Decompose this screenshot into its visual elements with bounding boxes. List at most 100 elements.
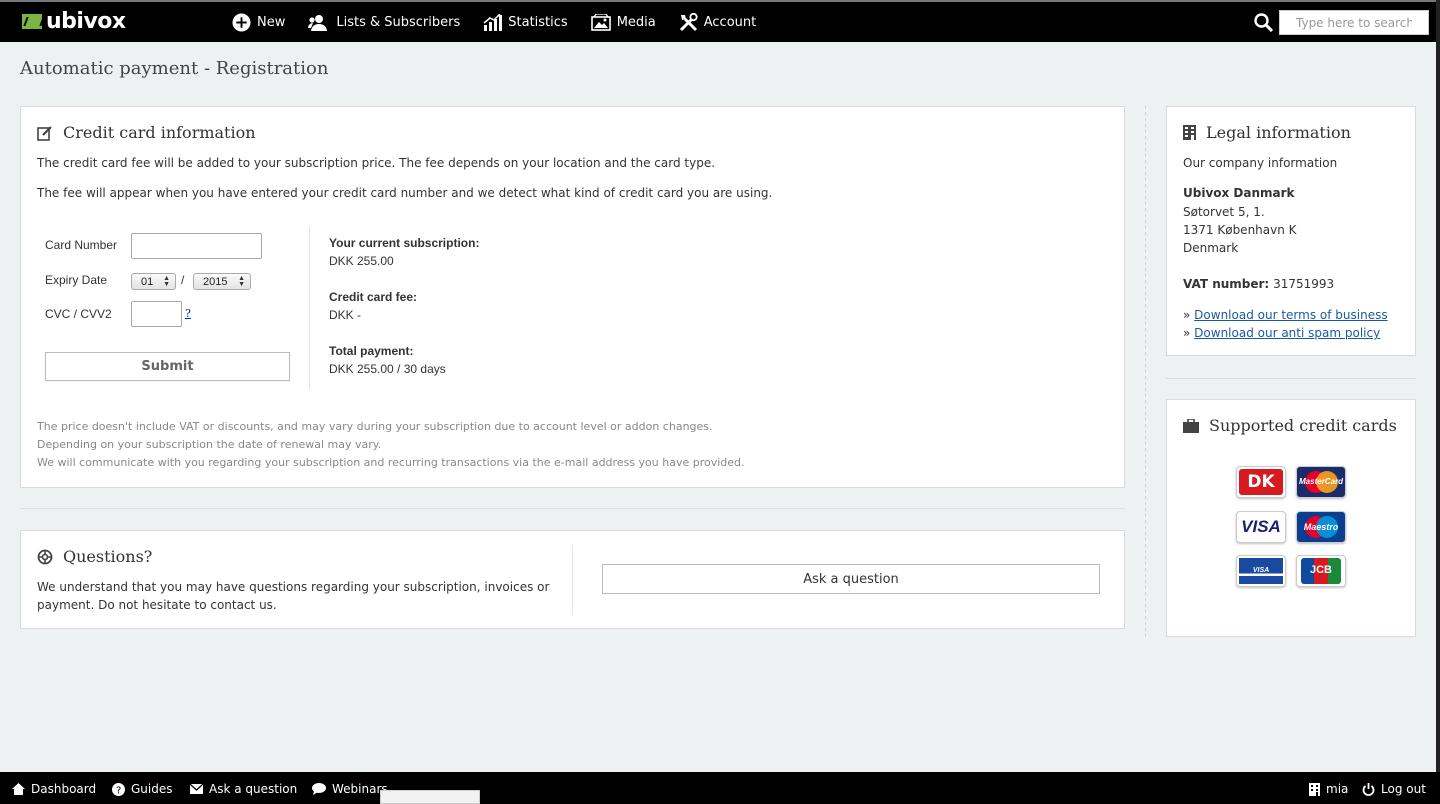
- card-jcb: JCB: [1296, 555, 1346, 587]
- footer-guides[interactable]: ? Guides: [112, 782, 173, 796]
- nav-lists-subscribers[interactable]: Lists & Subscribers: [308, 14, 460, 31]
- questions-divider: [572, 545, 573, 615]
- mastercard-text: MasterCard: [1299, 477, 1344, 486]
- select-arrows-icon: ▲ ▼: [163, 275, 170, 288]
- building-icon: [1183, 125, 1196, 140]
- card-fee-value: DKK -: [329, 308, 362, 322]
- questions-text-2: payment. Do not hesitate to contact us.: [37, 598, 277, 612]
- legal-title-text: Legal information: [1206, 123, 1351, 142]
- maestro-logo: Maestro: [1299, 514, 1343, 540]
- image-icon: [590, 13, 611, 31]
- svg-text:?: ?: [116, 785, 121, 796]
- ubivox-logo[interactable]: ubivox: [22, 9, 126, 34]
- legal-info-panel: Legal information Our company informatio…: [1166, 106, 1416, 356]
- card-mastercard: MasterCard: [1296, 466, 1346, 498]
- right-section-separator: [1166, 378, 1416, 379]
- column-separator: [1145, 106, 1146, 638]
- bar-chart-icon: [483, 13, 503, 31]
- footer-ask-label: Ask a question: [209, 782, 298, 796]
- questions-title: Questions?: [37, 547, 152, 566]
- plus-circle-icon: [232, 12, 251, 32]
- expiry-month-select[interactable]: 01 ▲ ▼: [131, 273, 176, 290]
- submit-button[interactable]: Submit: [45, 352, 290, 381]
- cvc-label: CVC / CVV2: [45, 307, 112, 321]
- questions-title-text: Questions?: [63, 547, 153, 566]
- footer-dashboard-label: Dashboard: [31, 782, 97, 796]
- company-address-1: Søtorvet 5, 1.: [1183, 205, 1265, 219]
- antispam-link-row: » Download our anti spam policy: [1183, 326, 1380, 340]
- nav-media[interactable]: Media: [590, 13, 656, 31]
- footer-user-label: mia: [1326, 782, 1349, 796]
- expiry-year-select[interactable]: 2015 ▲ ▼: [193, 273, 251, 290]
- help-circle-icon: ?: [112, 782, 125, 796]
- home-icon: [12, 783, 25, 795]
- cvc-help-link[interactable]: ?: [185, 307, 191, 320]
- current-subscription-value: DKK 255.00: [329, 254, 394, 268]
- cards-title: Supported credit cards: [1183, 416, 1397, 435]
- nav-statistics[interactable]: Statistics: [483, 13, 568, 31]
- bullet: »: [1183, 326, 1191, 340]
- supported-cards-panel: Supported credit cards DK MasterCard VIS…: [1166, 399, 1416, 637]
- terms-of-business-link[interactable]: Download our terms of business: [1194, 308, 1387, 322]
- card-fee-label: Credit card fee:: [329, 290, 418, 304]
- expiry-date-label: Expiry Date: [45, 273, 108, 287]
- card-maestro: Maestro: [1296, 511, 1346, 543]
- page-title: Automatic payment - Registration: [20, 58, 329, 79]
- envelope-logo-icon: [22, 14, 42, 29]
- nav-new[interactable]: New: [232, 12, 286, 32]
- cc-intro-1: The credit card fee will be added to you…: [37, 156, 716, 170]
- credit-card-title: Credit card information: [37, 123, 256, 142]
- search-icon[interactable]: [1254, 13, 1273, 32]
- footer-dashboard[interactable]: Dashboard: [12, 782, 96, 796]
- top-navbar: ubivox New Lists & Subscribers Statistic…: [0, 0, 1440, 42]
- cvc-input[interactable]: [131, 301, 182, 327]
- footer-ask-question[interactable]: Ask a question: [190, 782, 297, 796]
- footer-logout[interactable]: Log out: [1362, 782, 1426, 796]
- total-payment-label: Total payment:: [329, 344, 414, 358]
- nav-media-label: Media: [616, 14, 656, 30]
- briefcase-icon: [1183, 418, 1199, 433]
- users-icon: [308, 14, 328, 31]
- visa-electron-logo: VISA ELECTRON: [1239, 558, 1283, 584]
- company-country: Denmark: [1183, 241, 1239, 255]
- edit-icon: [37, 125, 52, 141]
- ask-question-button[interactable]: Ask a question: [602, 564, 1100, 594]
- bottom-popup-tab[interactable]: [380, 790, 480, 804]
- nav-new-label: New: [257, 14, 286, 30]
- cc-intro-2: The fee will appear when you have entere…: [37, 186, 773, 200]
- expiry-separator: /: [181, 273, 185, 287]
- cards-title-text: Supported credit cards: [1209, 416, 1397, 435]
- nav-lists-label: Lists & Subscribers: [336, 14, 461, 30]
- note-line-1: The price doesn't include VAT or discoun…: [37, 420, 713, 433]
- anti-spam-policy-link[interactable]: Download our anti spam policy: [1194, 326, 1380, 340]
- legal-title: Legal information: [1183, 123, 1351, 142]
- jcb-text: JCB: [1309, 564, 1332, 576]
- expiry-year-value: 2015: [203, 275, 228, 288]
- bottom-bar: Dashboard ? Guides Ask a question Webina…: [0, 772, 1440, 804]
- card-dankort: DK: [1236, 466, 1286, 498]
- mail-icon: [190, 784, 203, 794]
- chat-icon: [312, 783, 326, 795]
- tools-icon: [679, 12, 698, 31]
- credit-card-panel: Credit card information The credit card …: [20, 106, 1125, 488]
- nav-account[interactable]: Account: [679, 12, 756, 32]
- form-divider: [309, 227, 310, 389]
- section-separator: [20, 508, 1125, 509]
- nav-statistics-label: Statistics: [508, 14, 568, 30]
- card-number-input[interactable]: [131, 233, 262, 259]
- brand-name: ubivox: [46, 9, 126, 34]
- page-scrollbar[interactable]: [1436, 0, 1440, 772]
- note-line-3: We will communicate with you regarding y…: [37, 456, 745, 469]
- lifebuoy-icon: [37, 549, 53, 564]
- search-input[interactable]: [1279, 10, 1429, 35]
- footer-webinars[interactable]: Webinars: [312, 782, 388, 796]
- power-icon: [1362, 782, 1375, 796]
- company-name: Ubivox Danmark: [1183, 186, 1295, 200]
- footer-user[interactable]: mia: [1309, 782, 1348, 796]
- expiry-month-value: 01: [141, 275, 154, 288]
- legal-subtitle: Our company information: [1183, 156, 1338, 170]
- questions-panel: Questions? We understand that you may ha…: [20, 530, 1125, 629]
- select-arrows-icon: ▲ ▼: [238, 275, 245, 288]
- dankort-logo: DK: [1239, 469, 1283, 495]
- mastercard-logo: MasterCard: [1299, 469, 1343, 495]
